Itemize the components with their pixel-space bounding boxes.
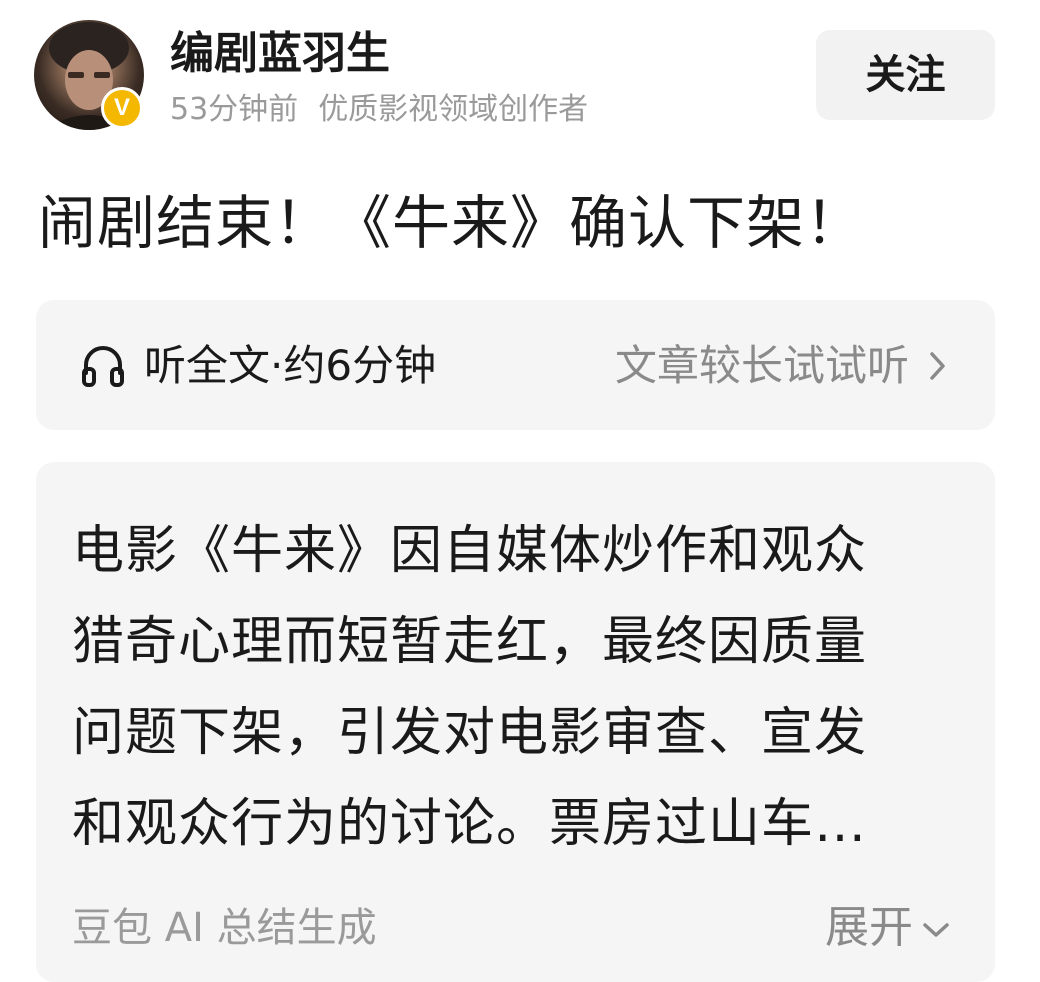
summary-text: 电影《牛来》因自媒体炒作和观众 猎奇心理而短暂走红，最终因质量 问题下架，引发对… <box>72 506 952 870</box>
article-header: V 编剧蓝羽生 53分钟前 优质影视领域创作者 关注 <box>0 0 1040 150</box>
summary-line: 电影《牛来》因自媒体炒作和观众 <box>72 521 868 581</box>
listen-label: 听全文·约6分钟 <box>144 341 437 390</box>
headphones-icon <box>82 346 124 387</box>
summary-source: 豆包 AI 总结生成 <box>72 905 377 951</box>
article-title: 闹剧结束！《牛来》确认下架！ <box>38 189 865 257</box>
author-name[interactable]: 编剧蓝羽生 <box>170 24 390 84</box>
summary-line: 和观众行为的讨论。票房过山车… <box>72 794 868 854</box>
expand-label: 展开 <box>825 902 913 953</box>
author-meta: 53分钟前 优质影视领域创作者 <box>170 90 588 130</box>
ai-summary-card: 电影《牛来》因自媒体炒作和观众 猎奇心理而短暂走红，最终因质量 问题下架，引发对… <box>36 462 995 982</box>
chevron-down-icon <box>923 923 949 937</box>
post-time: 53分钟前 <box>170 92 299 127</box>
chevron-right-icon <box>930 352 945 380</box>
listen-full-text-bar[interactable]: 听全文·约6分钟 文章较长试试听 <box>36 300 995 430</box>
summary-line: 猎奇心理而短暂走红，最终因质量 <box>72 612 868 672</box>
summary-line: 问题下架，引发对电影审查、宣发 <box>72 703 868 763</box>
author-tag: 优质影视领域创作者 <box>318 92 589 127</box>
expand-button[interactable]: 展开 <box>825 902 951 954</box>
follow-button[interactable]: 关注 <box>816 30 995 120</box>
verified-badge-icon: V <box>101 87 143 129</box>
listen-hint: 文章较长试试听 <box>614 341 909 390</box>
